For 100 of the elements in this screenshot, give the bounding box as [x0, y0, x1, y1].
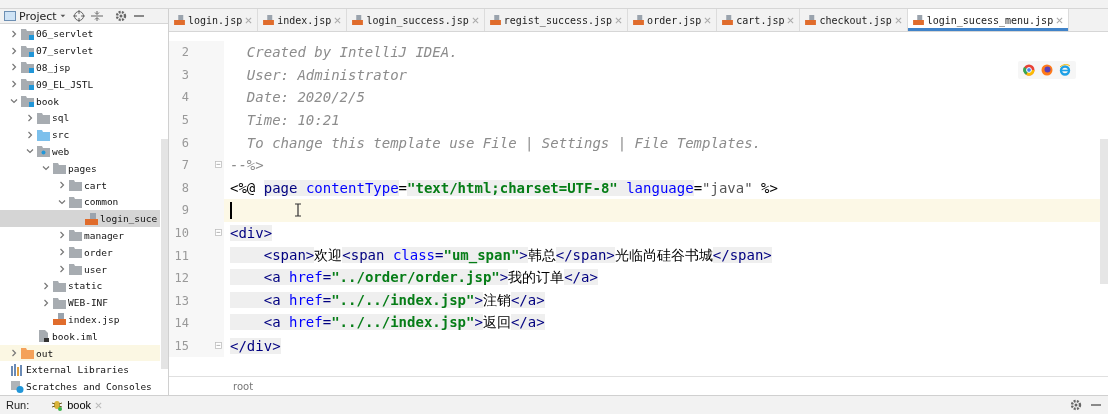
jsp-file-icon	[53, 313, 66, 326]
jsp-file-icon	[489, 15, 501, 25]
tab-label: checkout.jsp	[819, 14, 892, 26]
folder-icon	[69, 179, 82, 192]
tree-item[interactable]: book.iml	[0, 327, 160, 345]
line-number: 14	[173, 316, 189, 331]
web-folder-icon	[37, 145, 50, 158]
module-folder-icon	[21, 27, 34, 40]
folder-icon	[53, 296, 66, 309]
chevron-down-icon[interactable]	[58, 197, 66, 206]
folder-icon	[21, 347, 34, 359]
line-number: 7	[180, 158, 189, 173]
line-number: 13	[173, 293, 189, 308]
letter-logo-icon[interactable]	[1059, 64, 1071, 76]
line-number: 11	[173, 248, 189, 263]
close-icon[interactable]	[471, 16, 479, 24]
scrollbar[interactable]	[1100, 139, 1108, 284]
module-folder-icon	[21, 95, 34, 108]
fold-icon[interactable]	[215, 341, 224, 351]
editor-tab[interactable]: login_sucess_menu.jsp	[907, 9, 1070, 31]
line-number: 4	[180, 90, 189, 105]
code-line: <span>欢迎<span class="um_span">韩总</span>光临尚硅谷书城</span>	[230, 246, 772, 265]
tree-item[interactable]: order	[0, 243, 160, 261]
text-caret	[230, 201, 232, 219]
close-icon[interactable]	[334, 16, 342, 24]
editor-tab[interactable]: index.jsp	[258, 9, 348, 31]
module-folder-icon	[21, 78, 34, 91]
code-line: Created by IntelliJ IDEA.	[245, 44, 458, 61]
breadcrumb[interactable]: root	[233, 380, 254, 392]
editor-tab[interactable]: login.jsp	[169, 9, 259, 31]
settings-icon[interactable]	[114, 10, 127, 23]
tree-item[interactable]: user	[0, 260, 160, 278]
editor-tab[interactable]: login_success.jsp	[347, 9, 485, 31]
module-folder-icon	[21, 44, 34, 57]
bug-icon	[51, 399, 64, 411]
editor-tab[interactable]: regist_success.jsp	[484, 9, 629, 31]
tree-item[interactable]: 06_servlet	[0, 25, 160, 43]
jsp-file-icon	[352, 15, 364, 25]
tree-item[interactable]: index.jsp	[0, 311, 160, 328]
round-logo-icon[interactable]	[1041, 64, 1053, 76]
editor-tab[interactable]: checkout.jsp	[800, 9, 908, 31]
code-line: User: Administrator	[245, 66, 407, 83]
tree-item[interactable]: 09_EL_JSTL	[0, 75, 160, 93]
chevron-right-icon[interactable]	[10, 349, 18, 357]
close-icon[interactable]	[704, 16, 712, 24]
tree-item[interactable]: sql	[0, 109, 160, 127]
code-line: <a href="../../index.jsp">返回</a>	[230, 314, 545, 333]
close-icon[interactable]	[787, 16, 795, 24]
settings-icon[interactable]	[1070, 399, 1082, 411]
tree-item[interactable]: login_suce	[0, 210, 160, 228]
tab-label: cart.jsp	[736, 14, 785, 26]
tree-item[interactable]: out	[0, 344, 160, 362]
close-icon[interactable]	[245, 16, 253, 24]
folder-icon	[53, 279, 66, 292]
file-icon	[37, 330, 50, 343]
tree-item[interactable]: manager	[0, 227, 160, 244]
tree-item[interactable]: web	[0, 143, 160, 160]
code-line: <a href="../order/order.jsp">我的订单</a>	[230, 269, 598, 288]
editor-tab[interactable]: order.jsp	[628, 9, 718, 31]
tree-item[interactable]: 08_jsp	[0, 59, 160, 76]
line-number: 6	[180, 135, 189, 150]
text-cursor-icon	[294, 203, 302, 218]
scrollbar[interactable]	[161, 139, 168, 369]
folder-icon	[37, 111, 50, 124]
collapse-icon[interactable]	[90, 10, 103, 23]
tree-item[interactable]: WEB-INF	[0, 294, 160, 311]
tree-item[interactable]: 07_servlet	[0, 42, 160, 60]
tree-item[interactable]: src	[0, 126, 160, 144]
close-icon[interactable]	[615, 16, 623, 24]
tree-item[interactable]: common	[0, 193, 160, 211]
window-icon	[4, 10, 16, 23]
chevron-down-icon[interactable]	[10, 97, 18, 106]
code-line: <a href="../../index.jsp">注销</a>	[230, 291, 545, 310]
line-number: 15	[173, 339, 189, 353]
editor-tab[interactable]: cart.jsp	[717, 9, 801, 31]
tab-label: order.jsp	[647, 14, 702, 26]
tab-label: login_success.jsp	[366, 14, 469, 26]
code-line: To change this template use File | Settings | File Templates.	[245, 134, 761, 151]
folder-icon	[69, 195, 82, 208]
jsp-file-icon	[722, 15, 734, 25]
tree-item[interactable]: cart	[0, 176, 160, 194]
module-folder-icon	[21, 61, 34, 74]
round-logo-icon[interactable]	[1023, 64, 1035, 76]
tree-item[interactable]: pages	[0, 159, 160, 177]
close-icon[interactable]	[1056, 16, 1064, 24]
line-number: 5	[180, 113, 189, 128]
line-number: 2	[180, 45, 189, 60]
code-line: <%@ page contentType="text/html;charset=UTF-8" language="java" %>	[230, 179, 778, 196]
close-icon[interactable]	[894, 16, 902, 24]
crosshair-icon[interactable]	[72, 10, 85, 23]
jsp-file-icon	[912, 15, 924, 25]
tree-item[interactable]: External Libraries	[0, 361, 160, 379]
code-line: Date: 2020/2/5	[245, 89, 365, 106]
fold-icon[interactable]	[215, 160, 224, 170]
fold-icon[interactable]	[215, 228, 224, 238]
chevron-right-icon[interactable]	[58, 181, 66, 190]
run-config-tab[interactable]: book	[67, 399, 92, 411]
tree-item[interactable]: static	[0, 277, 160, 295]
tree-item[interactable]: Scratches and Consoles	[0, 378, 160, 395]
tree-item[interactable]: book	[0, 92, 160, 110]
